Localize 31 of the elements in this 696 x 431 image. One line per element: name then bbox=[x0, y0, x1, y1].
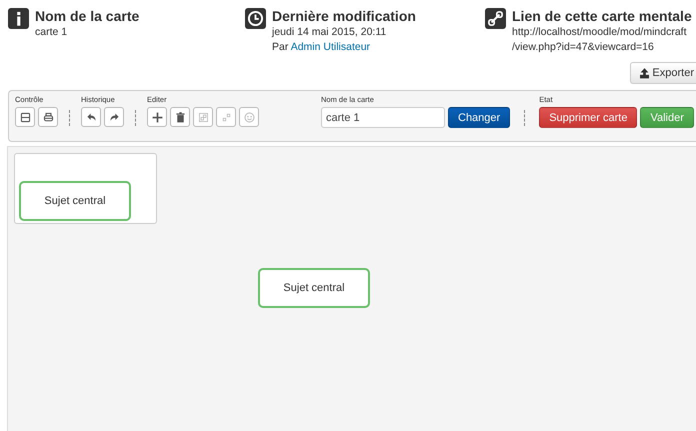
printer-icon bbox=[42, 110, 54, 124]
minimap-node: Sujet central bbox=[19, 181, 131, 221]
central-node[interactable]: Sujet central bbox=[258, 268, 370, 308]
save-icon bbox=[18, 110, 32, 124]
export-button[interactable]: Exporter bbox=[630, 62, 696, 84]
add-button[interactable] bbox=[147, 107, 167, 127]
change-button[interactable]: Changer bbox=[448, 107, 510, 128]
info-title: Nom de la carte bbox=[35, 8, 140, 25]
clock-icon bbox=[245, 8, 266, 29]
info-text: jeudi 14 mai 2015, 20:11 bbox=[272, 25, 388, 40]
delete-map-button[interactable]: Supprimer carte bbox=[539, 107, 638, 128]
info-title: Lien de cette carte mentale bbox=[512, 8, 692, 25]
info-title: Dernière modification bbox=[272, 8, 416, 25]
save-button[interactable] bbox=[15, 107, 35, 127]
smiley-icon bbox=[242, 110, 256, 124]
info-text: /view.php?id=47&viewcard=16 bbox=[512, 40, 655, 55]
group-icon bbox=[196, 110, 210, 124]
link-icon bbox=[485, 8, 506, 29]
name-field[interactable]: carte 1 bbox=[321, 107, 445, 128]
trash-icon bbox=[174, 110, 186, 124]
info-text: http://localhost/moodle/mod/mindcraft bbox=[512, 25, 688, 40]
print-button[interactable] bbox=[38, 107, 58, 127]
undo-button[interactable] bbox=[81, 107, 101, 127]
upload-icon bbox=[639, 68, 650, 78]
author-link[interactable]: Admin Utilisateur bbox=[290, 41, 370, 53]
delete-button[interactable] bbox=[170, 107, 190, 127]
info-icon bbox=[8, 8, 29, 29]
info-text: carte 1 bbox=[35, 25, 68, 40]
author-prefix: Par bbox=[272, 41, 288, 53]
redo-button[interactable] bbox=[104, 107, 124, 127]
plus-icon bbox=[150, 110, 164, 124]
